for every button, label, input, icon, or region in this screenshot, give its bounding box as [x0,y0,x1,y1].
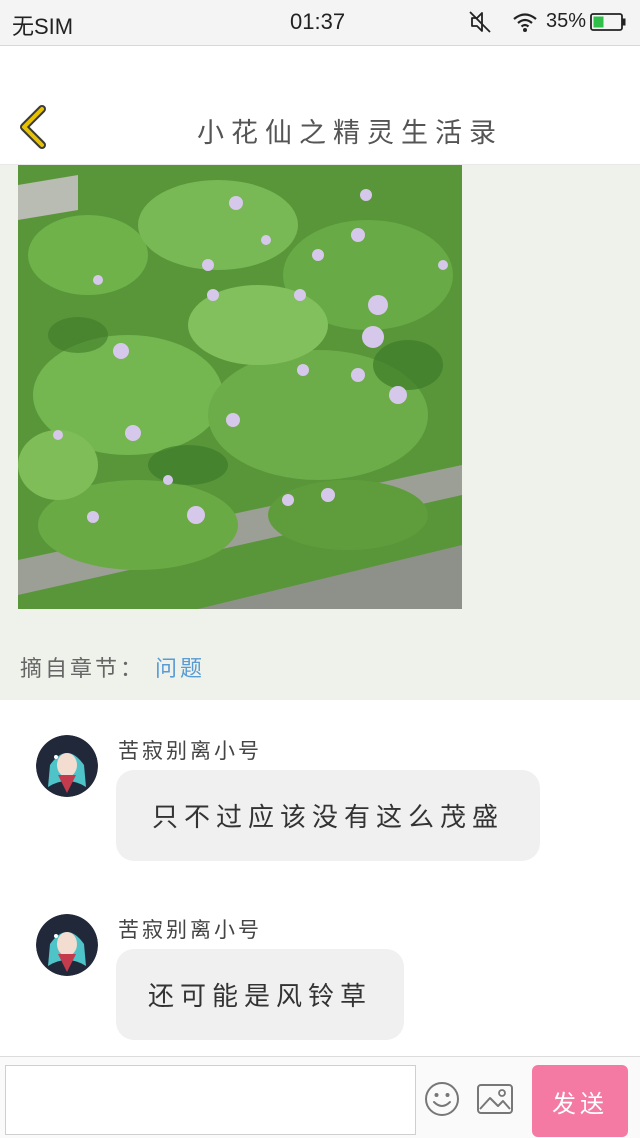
comment-input-bar: 发送 [0,1056,640,1138]
chapter-link[interactable]: 问题 [155,657,205,682]
clock: 01:37 [290,9,346,34]
carrier-label: 无SIM [12,14,74,39]
avatar[interactable] [36,914,98,976]
send-button[interactable]: 发送 [532,1065,628,1137]
smiley-icon[interactable] [424,1081,460,1117]
status-bar: 无SIM 01:37 35% [0,0,640,46]
battery-icon [590,13,626,31]
comment-username[interactable]: 苦寂别离小号 [118,735,262,765]
comment-bubble[interactable]: 还可能是风铃草 [116,949,404,1040]
app-header: 小花仙之精灵生活录 [0,47,640,165]
comment-username[interactable]: 苦寂别离小号 [118,914,262,944]
comment-input[interactable] [5,1065,416,1135]
page-title: 小花仙之精灵生活录 [197,118,503,149]
image-icon[interactable] [476,1083,514,1115]
wifi-icon [513,13,537,32]
excerpt-card: 摘自章节： 问题 [0,165,640,700]
avatar[interactable] [36,735,98,797]
flower-photo[interactable] [18,165,462,609]
back-button[interactable] [14,105,54,149]
source-chapter: 摘自章节： 问题 [20,651,205,683]
source-label: 摘自章节： [20,657,146,682]
mute-icon [469,11,491,33]
comment-bubble[interactable]: 只不过应该没有这么茂盛 [116,770,540,861]
battery-percent: 35% [546,10,587,32]
